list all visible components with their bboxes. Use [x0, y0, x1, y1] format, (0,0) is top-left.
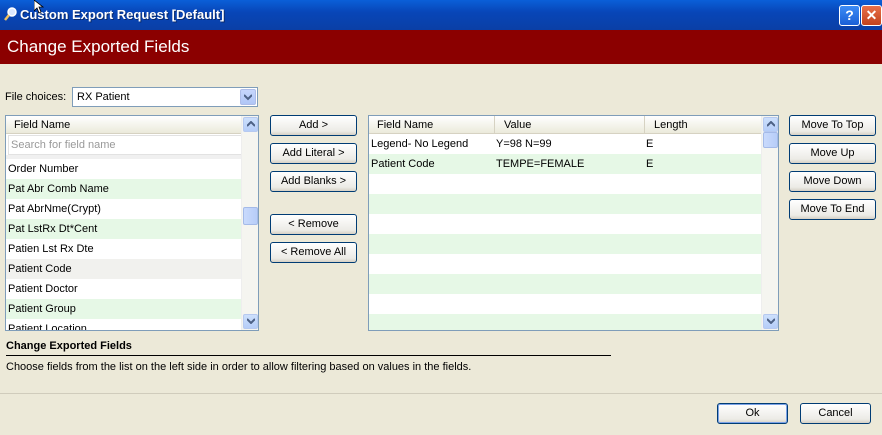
remove-button[interactable]: < Remove: [270, 214, 357, 235]
chevron-up-icon[interactable]: [243, 117, 258, 132]
empty-row: [369, 254, 778, 274]
list-item[interactable]: Patient Doctor: [6, 279, 258, 299]
file-choices-value: RX Patient: [77, 91, 130, 103]
move-to-top-button[interactable]: Move To Top: [789, 115, 876, 136]
cell-field-name: Patient Code: [371, 158, 435, 170]
list-item[interactable]: Pat LstRx Dt*Cent: [6, 219, 258, 239]
cancel-button[interactable]: Cancel: [800, 403, 871, 424]
cell-field-name: Legend- No Legend: [371, 138, 469, 150]
move-down-button[interactable]: Move Down: [789, 171, 876, 192]
file-choices-label: File choices:: [5, 91, 67, 103]
help-button[interactable]: ?: [839, 5, 860, 26]
exported-fields-header: Field Name Value Length: [369, 116, 778, 134]
list-item[interactable]: Pat AbrNme(Crypt): [6, 199, 258, 219]
right-table-scrollbar[interactable]: [761, 116, 778, 330]
empty-row: [369, 234, 778, 254]
left-list-scrollbar[interactable]: [241, 116, 258, 330]
scroll-thumb[interactable]: [763, 132, 778, 148]
move-up-button[interactable]: Move Up: [789, 143, 876, 164]
empty-row: [369, 294, 778, 314]
chevron-down-icon[interactable]: [763, 314, 778, 329]
cell-length: E: [646, 138, 654, 150]
empty-row: [369, 274, 778, 294]
add-literal-button[interactable]: Add Literal >: [270, 143, 357, 164]
help-title: Change Exported Fields: [6, 340, 132, 352]
empty-row: [369, 314, 778, 330]
section-header: Change Exported Fields: [0, 30, 882, 64]
column-header-field-name: Field Name: [377, 119, 434, 131]
table-row[interactable]: Patient Code TEMPE=FEMALE E: [369, 154, 778, 174]
column-header-value: Value: [494, 116, 644, 133]
list-item[interactable]: Patient Group: [6, 299, 258, 319]
add-blanks-button[interactable]: Add Blanks >: [270, 171, 357, 192]
list-item[interactable]: Order Number: [6, 159, 258, 179]
chevron-down-icon[interactable]: [243, 314, 258, 329]
scroll-thumb[interactable]: [243, 207, 258, 225]
table-row[interactable]: Legend- No Legend Y=98 N=99 E: [369, 134, 778, 154]
exported-fields-table: Field Name Value Length Legend- No Legen…: [368, 115, 779, 331]
search-magnifier-icon: [4, 7, 17, 21]
empty-row: [369, 174, 778, 194]
available-fields-header: Field Name: [6, 116, 258, 134]
cell-value: TEMPE=FEMALE: [496, 158, 585, 170]
chevron-up-icon[interactable]: [763, 117, 778, 132]
cell-length: E: [646, 158, 654, 170]
title-bar: Custom Export Request [Default] ? ✕: [0, 0, 882, 30]
available-fields-list: Field Name Search for field name Order N…: [5, 115, 259, 331]
list-item[interactable]: Patient Location: [6, 319, 258, 330]
header-title: Change Exported Fields: [7, 37, 190, 56]
move-to-end-button[interactable]: Move To End: [789, 199, 876, 220]
file-choices-dropdown[interactable]: RX Patient: [72, 87, 258, 107]
window-title: Custom Export Request [Default]: [20, 7, 225, 22]
close-button[interactable]: ✕: [861, 5, 882, 26]
chevron-down-icon[interactable]: [240, 89, 256, 105]
remove-all-button[interactable]: < Remove All: [270, 242, 357, 263]
mouse-pointer-icon: [34, 0, 44, 14]
field-search-input[interactable]: Search for field name: [8, 135, 256, 155]
ok-button[interactable]: Ok: [717, 403, 788, 424]
empty-row: [369, 214, 778, 234]
divider: [6, 355, 611, 356]
help-text: Choose fields from the list on the left …: [6, 361, 472, 373]
list-item[interactable]: Pat Abr Comb Name: [6, 179, 258, 199]
list-item[interactable]: Patien Lst Rx Dte: [6, 239, 258, 259]
column-header-length: Length: [644, 116, 762, 133]
add-button[interactable]: Add >: [270, 115, 357, 136]
cell-value: Y=98 N=99: [496, 138, 552, 150]
empty-row: [369, 194, 778, 214]
column-header-field-name: Field Name: [14, 119, 71, 131]
footer-divider: [0, 393, 882, 394]
list-item[interactable]: Patient Code: [6, 259, 258, 279]
